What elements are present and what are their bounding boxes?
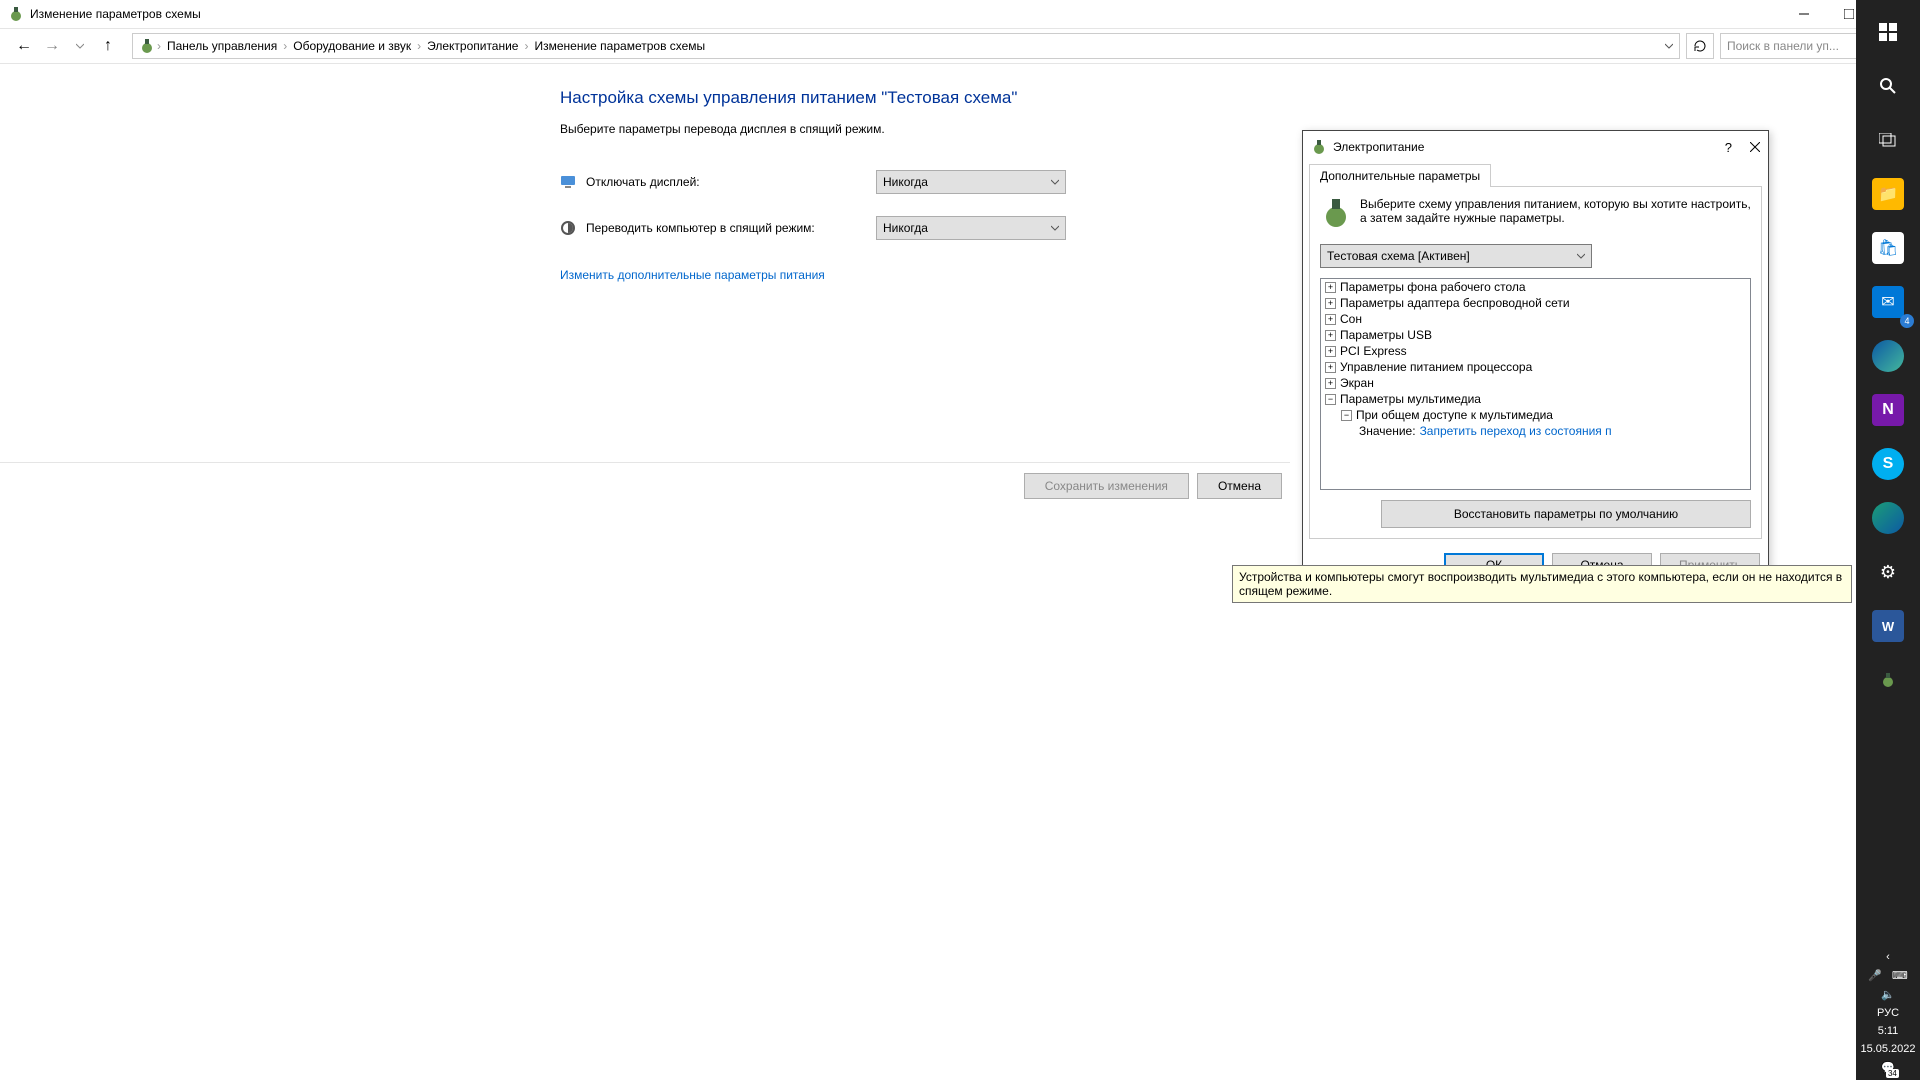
power-plan-big-icon <box>1320 197 1352 232</box>
explorer-icon[interactable]: 📁 <box>1864 170 1912 218</box>
dialog-body: Выберите схему управления питанием, кото… <box>1309 186 1762 539</box>
collapse-icon[interactable]: − <box>1341 410 1352 421</box>
settings-tree[interactable]: +Параметры фона рабочего стола +Параметр… <box>1320 278 1751 490</box>
chevron-right-icon: › <box>283 39 287 53</box>
tray-expand-icon[interactable]: ‹ <box>1886 951 1890 963</box>
tree-item[interactable]: +PCI Express <box>1321 343 1750 359</box>
scheme-value: Тестовая схема [Активен] <box>1327 249 1470 263</box>
restore-defaults-button[interactable]: Восстановить параметры по умолчанию <box>1381 500 1751 528</box>
titlebar-left: Изменение параметров схемы <box>8 6 201 22</box>
chevron-down-icon <box>1051 175 1059 189</box>
onenote-icon[interactable]: N <box>1864 386 1912 434</box>
settings-icon[interactable]: ⚙ <box>1864 548 1912 596</box>
address-bar[interactable]: › Панель управления › Оборудование и зву… <box>132 33 1680 59</box>
cancel-button[interactable]: Отмена <box>1197 473 1282 499</box>
dialog-title-left: Электропитание <box>1311 139 1424 155</box>
dialog-titlebar: Электропитание ? <box>1303 131 1768 163</box>
expand-icon[interactable]: + <box>1325 362 1336 373</box>
power-options-dialog: Электропитание ? Дополнительные параметр… <box>1302 130 1769 586</box>
dialog-close-button[interactable] <box>1750 140 1760 155</box>
task-view-icon[interactable] <box>1864 116 1912 164</box>
input-icon[interactable]: ⌨ <box>1892 969 1908 982</box>
toolbar: ← → ↑ › Панель управления › Оборудование… <box>0 28 1920 64</box>
expand-icon[interactable]: + <box>1325 298 1336 309</box>
save-button: Сохранить изменения <box>1024 473 1189 499</box>
tree-value-link[interactable]: Запретить переход из состояния п <box>1420 424 1612 438</box>
tree-item[interactable]: +Сон <box>1321 311 1750 327</box>
power-plan-icon <box>1311 139 1327 155</box>
sleep-select[interactable]: Никогда <box>876 216 1066 240</box>
tree-item[interactable]: +Управление питанием процессора <box>1321 359 1750 375</box>
back-button[interactable]: ← <box>10 32 38 60</box>
tooltip: Устройства и компьютеры смогут воспроизв… <box>1232 565 1852 603</box>
minimize-button[interactable] <box>1781 0 1826 28</box>
expand-icon[interactable]: + <box>1325 378 1336 389</box>
window-title: Изменение параметров схемы <box>30 7 201 21</box>
dialog-title: Электропитание <box>1333 140 1424 154</box>
clock-time[interactable]: 5:11 <box>1878 1025 1899 1037</box>
volume-icon[interactable]: 🔈 <box>1881 988 1895 1001</box>
refresh-button[interactable] <box>1686 33 1714 59</box>
tree-item[interactable]: −Параметры мультимедиа <box>1321 391 1750 407</box>
chevron-right-icon: › <box>524 39 528 53</box>
edge-dev-icon[interactable] <box>1864 494 1912 542</box>
forward-button[interactable]: → <box>38 32 66 60</box>
power-options-task-icon[interactable] <box>1864 656 1912 704</box>
microphone-icon[interactable]: 🎤 <box>1868 969 1882 982</box>
dialog-tabs: Дополнительные параметры <box>1303 163 1768 186</box>
up-button[interactable]: ↑ <box>94 32 122 60</box>
sleep-value: Никогда <box>883 221 928 235</box>
monitor-icon <box>560 174 576 190</box>
taskbar: 📁 🛍 ✉ N S ⚙ W ‹ 🎤 ⌨ 🔈 РУС 5:11 15.05.202… <box>1856 0 1920 1080</box>
chevron-down-icon <box>1051 221 1059 235</box>
expand-icon[interactable]: + <box>1325 346 1336 357</box>
tree-item[interactable]: +Параметры адаптера беспроводной сети <box>1321 295 1750 311</box>
skype-icon[interactable]: S <box>1864 440 1912 488</box>
search-placeholder: Поиск в панели уп... <box>1727 39 1839 53</box>
start-button[interactable] <box>1864 8 1912 56</box>
edge-icon[interactable] <box>1864 332 1912 380</box>
titlebar: Изменение параметров схемы <box>0 0 1920 28</box>
power-plan-icon <box>139 38 155 54</box>
word-icon[interactable]: W <box>1864 602 1912 650</box>
search-icon[interactable] <box>1864 62 1912 110</box>
breadcrumb-root[interactable]: Панель управления <box>163 39 281 53</box>
sleep-icon <box>560 220 576 236</box>
store-icon[interactable]: 🛍 <box>1864 224 1912 272</box>
notifications-icon[interactable]: 💬 <box>1881 1061 1895 1074</box>
sleep-label: Переводить компьютер в спящий режим: <box>586 221 866 235</box>
mail-icon[interactable]: ✉ <box>1864 278 1912 326</box>
dialog-description-row: Выберите схему управления питанием, кото… <box>1320 197 1751 232</box>
recent-dropdown[interactable] <box>66 32 94 60</box>
system-tray: ‹ 🎤 ⌨ 🔈 РУС 5:11 15.05.2022 💬 <box>1860 951 1915 1080</box>
chevron-right-icon: › <box>417 39 421 53</box>
power-plan-icon <box>8 6 24 22</box>
breadcrumb-l3[interactable]: Изменение параметров схемы <box>530 39 709 53</box>
breadcrumb-l1[interactable]: Оборудование и звук <box>289 39 415 53</box>
address-dropdown[interactable] <box>1665 42 1673 50</box>
expand-icon[interactable]: + <box>1325 330 1336 341</box>
expand-icon[interactable]: + <box>1325 282 1336 293</box>
display-off-select[interactable]: Никогда <box>876 170 1066 194</box>
bottom-buttons: Сохранить изменения Отмена <box>0 462 1290 509</box>
display-off-label: Отключать дисплей: <box>586 175 866 189</box>
tree-item[interactable]: +Параметры фона рабочего стола <box>1321 279 1750 295</box>
expand-icon[interactable]: + <box>1325 314 1336 325</box>
tree-item[interactable]: +Экран <box>1321 375 1750 391</box>
language-indicator[interactable]: РУС <box>1877 1007 1899 1019</box>
help-button[interactable]: ? <box>1725 140 1732 155</box>
collapse-icon[interactable]: − <box>1325 394 1336 405</box>
chevron-right-icon: › <box>157 39 161 53</box>
tree-item-value[interactable]: Значение: Запретить переход из состояния… <box>1321 423 1750 439</box>
tab-advanced[interactable]: Дополнительные параметры <box>1309 164 1491 187</box>
tree-item[interactable]: −При общем доступе к мультимедиа <box>1321 407 1750 423</box>
display-off-value: Никогда <box>883 175 928 189</box>
breadcrumb-l2[interactable]: Электропитание <box>423 39 522 53</box>
clock-date[interactable]: 15.05.2022 <box>1860 1043 1915 1055</box>
chevron-down-icon <box>1577 249 1585 263</box>
tree-item[interactable]: +Параметры USB <box>1321 327 1750 343</box>
scheme-select[interactable]: Тестовая схема [Активен] <box>1320 244 1592 268</box>
dialog-description: Выберите схему управления питанием, кото… <box>1360 197 1751 232</box>
page-title: Настройка схемы управления питанием "Тес… <box>560 88 1920 108</box>
